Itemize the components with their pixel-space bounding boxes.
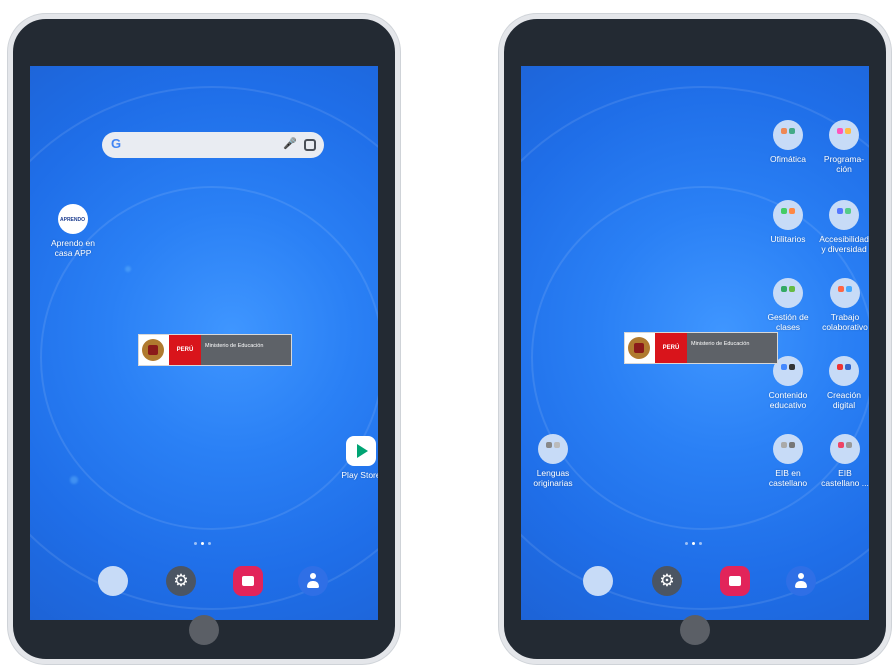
folder-icon [829, 356, 859, 386]
ministry-label: Ministerio de Educación [687, 333, 777, 363]
folder-icon [538, 434, 568, 464]
google-icon: G [111, 136, 122, 151]
folder-icon [829, 120, 859, 150]
aprendo-app-icon: APRENDO [58, 204, 88, 234]
folder-icon [773, 278, 803, 308]
folder-lenguas-originarias[interactable]: Lenguas originarias [529, 434, 577, 488]
folder-creacion-digital[interactable]: Creación digital [821, 356, 867, 410]
camera-icon[interactable] [720, 566, 750, 596]
settings-gear-icon[interactable]: ⚙ [166, 566, 196, 596]
dock: ⚙ [521, 566, 869, 600]
google-search-bar[interactable]: G 🎤 [102, 132, 324, 158]
folder-icon [773, 200, 803, 230]
home-button[interactable] [189, 615, 219, 645]
ministry-logo-widget: PERÚ Ministerio de Educación [624, 332, 778, 364]
folder-label: Accesibilidad y diversidad [819, 234, 869, 254]
contacts-icon[interactable] [298, 566, 328, 596]
folder-label: Programa-ción [823, 154, 865, 174]
lens-icon[interactable] [304, 139, 316, 151]
folder-trabajo-colaborativo[interactable]: Trabajo colaborativo [821, 278, 869, 332]
folder-contenido-educativo[interactable]: Contenido educativo [765, 356, 811, 410]
background-glow [70, 476, 78, 484]
folder-icon [830, 434, 860, 464]
folder-eib-en-castellano[interactable]: EIB en castellano [765, 434, 811, 488]
folder-label: EIB en castellano [768, 468, 808, 488]
folder-label: EIB castellano ... [821, 468, 869, 488]
folder-accesibilidad[interactable]: Accesibilidad y diversidad [819, 200, 869, 254]
home-screen-right: Ofimática Programa-ción Utilitarios Acce… [521, 66, 869, 620]
home-screen-left: G 🎤 APRENDO Aprendo en casa APP PERÚ Min… [30, 66, 378, 620]
ministry-logo-widget: PERÚ Ministerio de Educación [138, 334, 292, 366]
page-indicator [683, 532, 707, 545]
folder-icon [830, 278, 860, 308]
app-play-store[interactable]: Play Store [337, 436, 378, 480]
folder-icon [829, 200, 859, 230]
folder-icon [773, 120, 803, 150]
folder-label: Contenido educativo [768, 390, 808, 410]
folder-utilitarios[interactable]: Utilitarios [765, 200, 811, 244]
play-store-icon [346, 436, 376, 466]
dock-folder-icon[interactable] [98, 566, 128, 596]
folder-gestion-de-clases[interactable]: Gestión de clases [765, 278, 811, 332]
folder-label: Lenguas originarias [533, 468, 573, 488]
contacts-icon[interactable] [786, 566, 816, 596]
app-label: Play Store [341, 470, 378, 480]
folder-programacion[interactable]: Programa-ción [821, 120, 867, 174]
folder-ofimatica[interactable]: Ofimática [765, 120, 811, 164]
coat-of-arms-icon [628, 337, 650, 359]
ministry-label: Ministerio de Educación [201, 335, 291, 365]
settings-gear-icon[interactable]: ⚙ [652, 566, 682, 596]
camera-icon[interactable] [233, 566, 263, 596]
left-tablet: G 🎤 APRENDO Aprendo en casa APP PERÚ Min… [8, 14, 400, 664]
folder-label: Ofimática [770, 154, 806, 164]
folder-label: Gestión de clases [767, 312, 809, 332]
dock: ⚙ [30, 566, 378, 600]
folder-label: Creación digital [826, 390, 862, 410]
right-tablet: Ofimática Programa-ción Utilitarios Acce… [499, 14, 891, 664]
peru-label: PERÚ [655, 333, 687, 363]
dock-folder-icon[interactable] [583, 566, 613, 596]
peru-label: PERÚ [169, 335, 201, 365]
mic-icon[interactable]: 🎤 [283, 137, 297, 150]
folder-eib-castellano[interactable]: EIB castellano ... [821, 434, 869, 488]
page-indicator [192, 532, 216, 545]
home-button[interactable] [680, 615, 710, 645]
background-glow [125, 266, 131, 272]
folder-label: Utilitarios [770, 234, 806, 244]
app-aprendo-en-casa[interactable]: APRENDO Aprendo en casa APP [43, 204, 103, 258]
folder-icon [773, 434, 803, 464]
coat-of-arms-icon [142, 339, 164, 361]
app-label: Aprendo en casa APP [51, 238, 95, 258]
folder-label: Trabajo colaborativo [822, 312, 868, 332]
